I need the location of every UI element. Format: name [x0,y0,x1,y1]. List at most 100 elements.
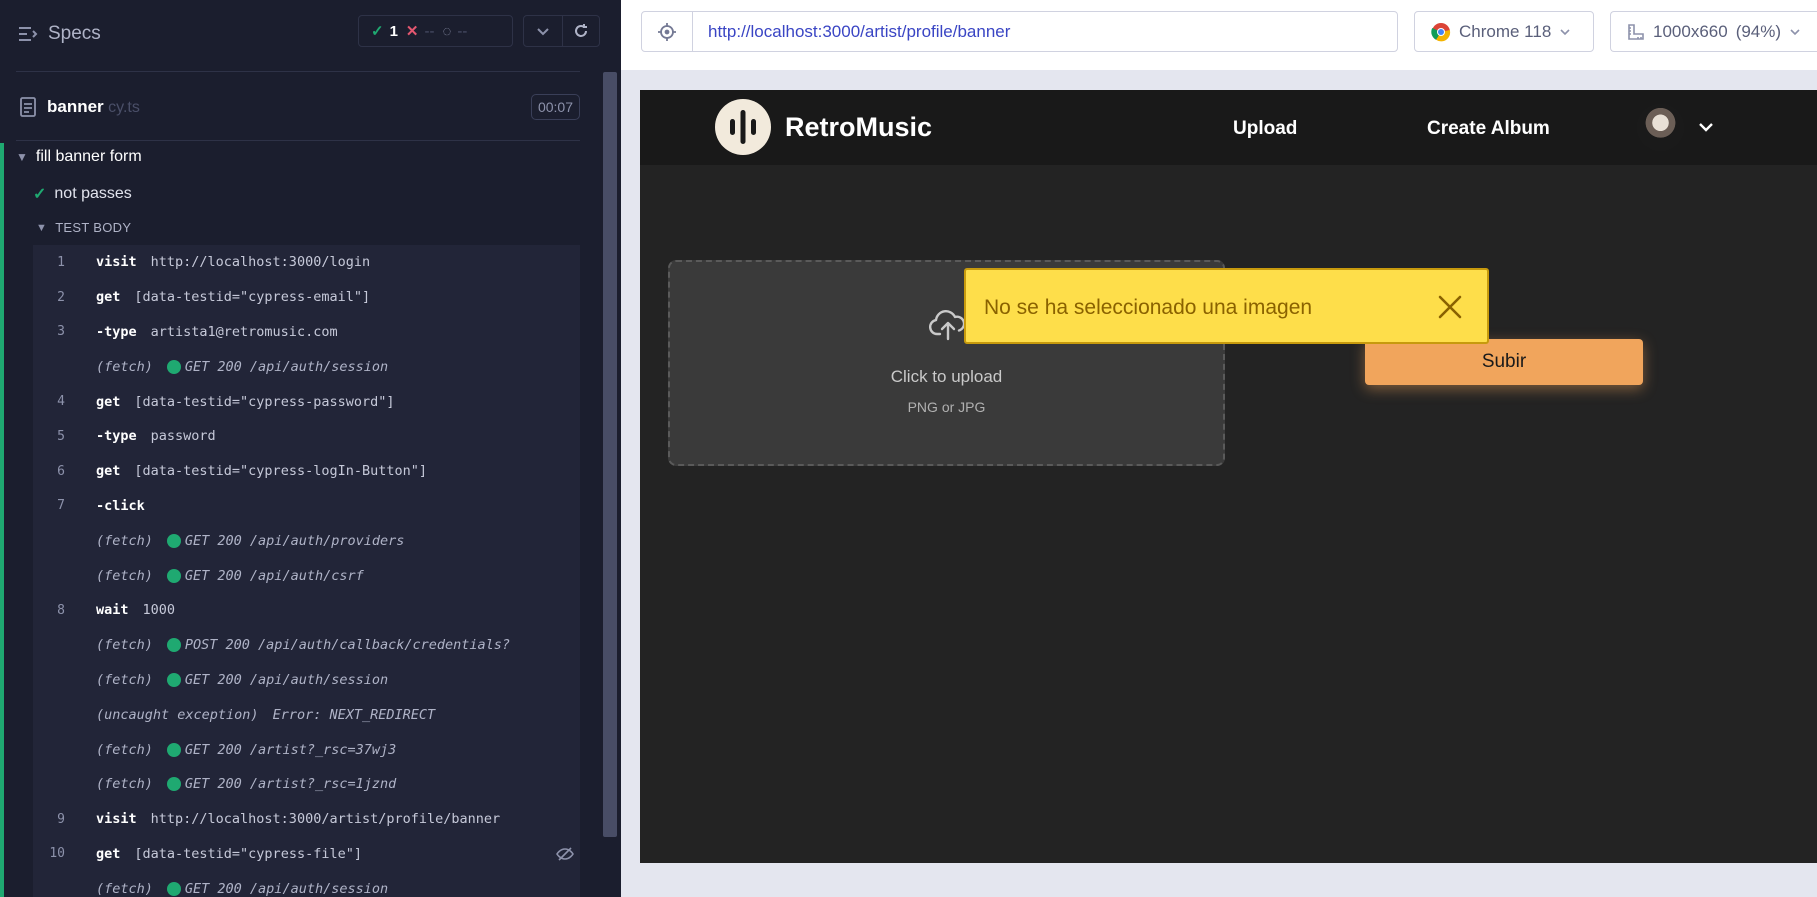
command-name: -click [96,497,145,514]
nav-upload-link[interactable]: Upload [1233,118,1297,140]
command-fetch-row[interactable]: (fetch) GET 200 /artist?_rsc=1jznd [33,767,580,802]
command-content: (fetch) GET 200 /api/auth/providers [96,533,404,549]
viewport-selector[interactable]: 1000x660 (94%) [1610,11,1817,52]
user-avatar[interactable] [1637,104,1684,151]
command-fetch-row[interactable]: (fetch) POST 200 /api/auth/callback/crede… [33,628,580,663]
chevron-down-icon: ▼ [16,150,28,164]
suite-title-text: fill banner form [35,148,142,165]
request-text: GET 200 /api/auth/session [184,671,389,688]
command-row[interactable]: 5 -type password [33,419,580,454]
command-content: wait 1000 [96,602,175,618]
request-info: POST 200 /api/auth/callback/credentials? [166,637,511,654]
command-fetch-row[interactable]: (fetch) GET 200 /api/auth/session [33,871,580,897]
command-content: (fetch) POST 200 /api/auth/callback/crede… [96,637,510,653]
reporter-toolbar: Specs ✓ 1 ✕ -- ◌ -- [0,0,600,68]
spec-filename: banner cy.ts [47,97,140,117]
command-type-label: (fetch) [96,358,153,375]
command-content: get [data-testid="cypress-email"] [96,289,370,305]
cypress-reporter: Specs ✓ 1 ✕ -- ◌ -- banner cy.ts 00:07 ▼… [0,0,620,897]
command-name: get [96,845,121,862]
browser-selector[interactable]: Chrome 118 [1414,11,1594,52]
command-fetch-row[interactable]: (fetch) GET 200 /api/auth/session [33,663,580,698]
url-bar[interactable]: http://localhost:3000/artist/profile/ban… [692,11,1398,52]
command-number: 7 [57,498,65,514]
command-name: visit [96,254,137,271]
rerun-button[interactable] [561,16,600,46]
selector-playground-button[interactable] [641,11,693,52]
status-dot-icon [166,742,181,757]
x-icon: ✕ [405,23,419,40]
status-dot-icon [166,638,181,653]
command-row[interactable]: 6 get [data-testid="cypress-logIn-Button"] [33,454,580,489]
chrome-icon [1431,22,1451,41]
chevron-down-icon [537,28,549,36]
status-dot-icon [166,568,181,583]
request-info: GET 200 /api/auth/session [166,359,388,375]
error-toast: No se ha seleccionado una imagen [964,268,1489,344]
chevron-down-icon[interactable] [1696,117,1716,137]
brand-name[interactable]: RetroMusic [785,112,932,143]
command-row[interactable]: 10 get [data-testid="cypress-file"] [33,837,580,872]
command-row[interactable]: 8 wait 1000 [33,593,580,628]
request-info: GET 200 /api/auth/session [166,671,389,688]
command-row[interactable]: 2 get [data-testid="cypress-email"] [33,280,580,315]
command-fetch-row[interactable]: (fetch) GET 200 /api/auth/csrf [33,558,580,593]
request-text: GET 200 /api/auth/csrf [184,567,364,584]
command-name: visit [96,811,137,828]
command-row[interactable]: 1 visit http://localhost:3000/login [33,245,580,280]
command-content: get [data-testid="cypress-logIn-Button"] [96,463,427,479]
specs-label: Specs [48,23,101,44]
nav-create-album-link[interactable]: Create Album [1427,118,1550,140]
command-content: (fetch) GET 200 /api/auth/session [96,672,388,688]
command-row[interactable]: 4 get [data-testid="cypress-password"] [33,384,580,419]
command-number: 10 [49,846,65,862]
chevron-down-icon [1560,28,1570,35]
command-row[interactable]: 7 -click [33,489,580,524]
command-content: -click [96,498,145,514]
submit-button[interactable]: Subir [1365,339,1643,385]
command-row[interactable]: 3 -type artista1@retromusic.com [33,315,580,350]
eye-off-icon [556,846,574,861]
command-fetch-row[interactable]: (fetch) GET 200 /api/auth/session [33,349,580,384]
command-number: 4 [57,394,65,410]
spec-duration: 00:07 [530,94,580,120]
command-log: 1 visit http://localhost:3000/login 2 get [da… [33,245,580,897]
status-dot-icon [166,533,181,548]
request-text: GET 200 /api/auth/session [184,880,389,897]
command-name: -type [96,428,137,445]
test-title[interactable]: ✓ not passes [33,184,132,204]
command-message: [data-testid="cypress-email"] [134,289,371,306]
status-dot-icon [166,359,181,374]
request-info: GET 200 /artist?_rsc=1jznd [166,776,396,792]
upload-hint: Click to upload [890,367,1003,386]
command-type-label: (fetch) [96,880,153,897]
command-type-label: (uncaught exception) [96,706,259,723]
command-content: (fetch) GET 200 /api/auth/csrf [96,568,364,584]
test-body-header[interactable]: ▼ TEST BODY [36,220,131,235]
command-fetch-row[interactable]: (fetch) GET 200 /artist?_rsc=37wj3 [33,732,580,767]
collapse-button[interactable] [524,16,562,46]
command-exception-row[interactable]: (uncaught exception) Error: NEXT_REDIRECT [33,697,580,732]
command-message: [data-testid="cypress-file"] [134,845,362,862]
command-type-label: (fetch) [96,671,153,688]
retromusic-logo-icon[interactable] [715,99,771,155]
pending-stat: ◌ -- [443,23,468,40]
command-row[interactable]: 9 visit http://localhost:3000/artist/profi… [33,802,580,837]
app-iframe: RetroMusic Upload Create Album Click to … [640,90,1817,863]
command-type-label: (fetch) [96,741,153,758]
reporter-scrollbar-thumb[interactable] [603,72,617,837]
command-fetch-row[interactable]: (fetch) GET 200 /api/auth/providers [33,523,580,558]
command-number: 5 [57,428,65,444]
specs-button[interactable]: Specs [18,20,101,48]
command-message: [data-testid="cypress-logIn-Button"] [134,463,427,480]
suite-title[interactable]: ▼ fill banner form [16,148,142,166]
command-content: -type password [96,428,216,444]
toast-message: No se ha seleccionado una imagen [984,296,1313,319]
command-type-label: (fetch) [96,532,153,549]
request-text: POST 200 /api/auth/callback/credentials? [184,637,511,654]
pending-circle-icon: ◌ [442,22,452,40]
specs-menu-icon [19,27,38,41]
command-type-label: (fetch) [96,637,153,654]
check-icon: ✓ [371,23,384,40]
close-icon[interactable] [1437,294,1463,320]
